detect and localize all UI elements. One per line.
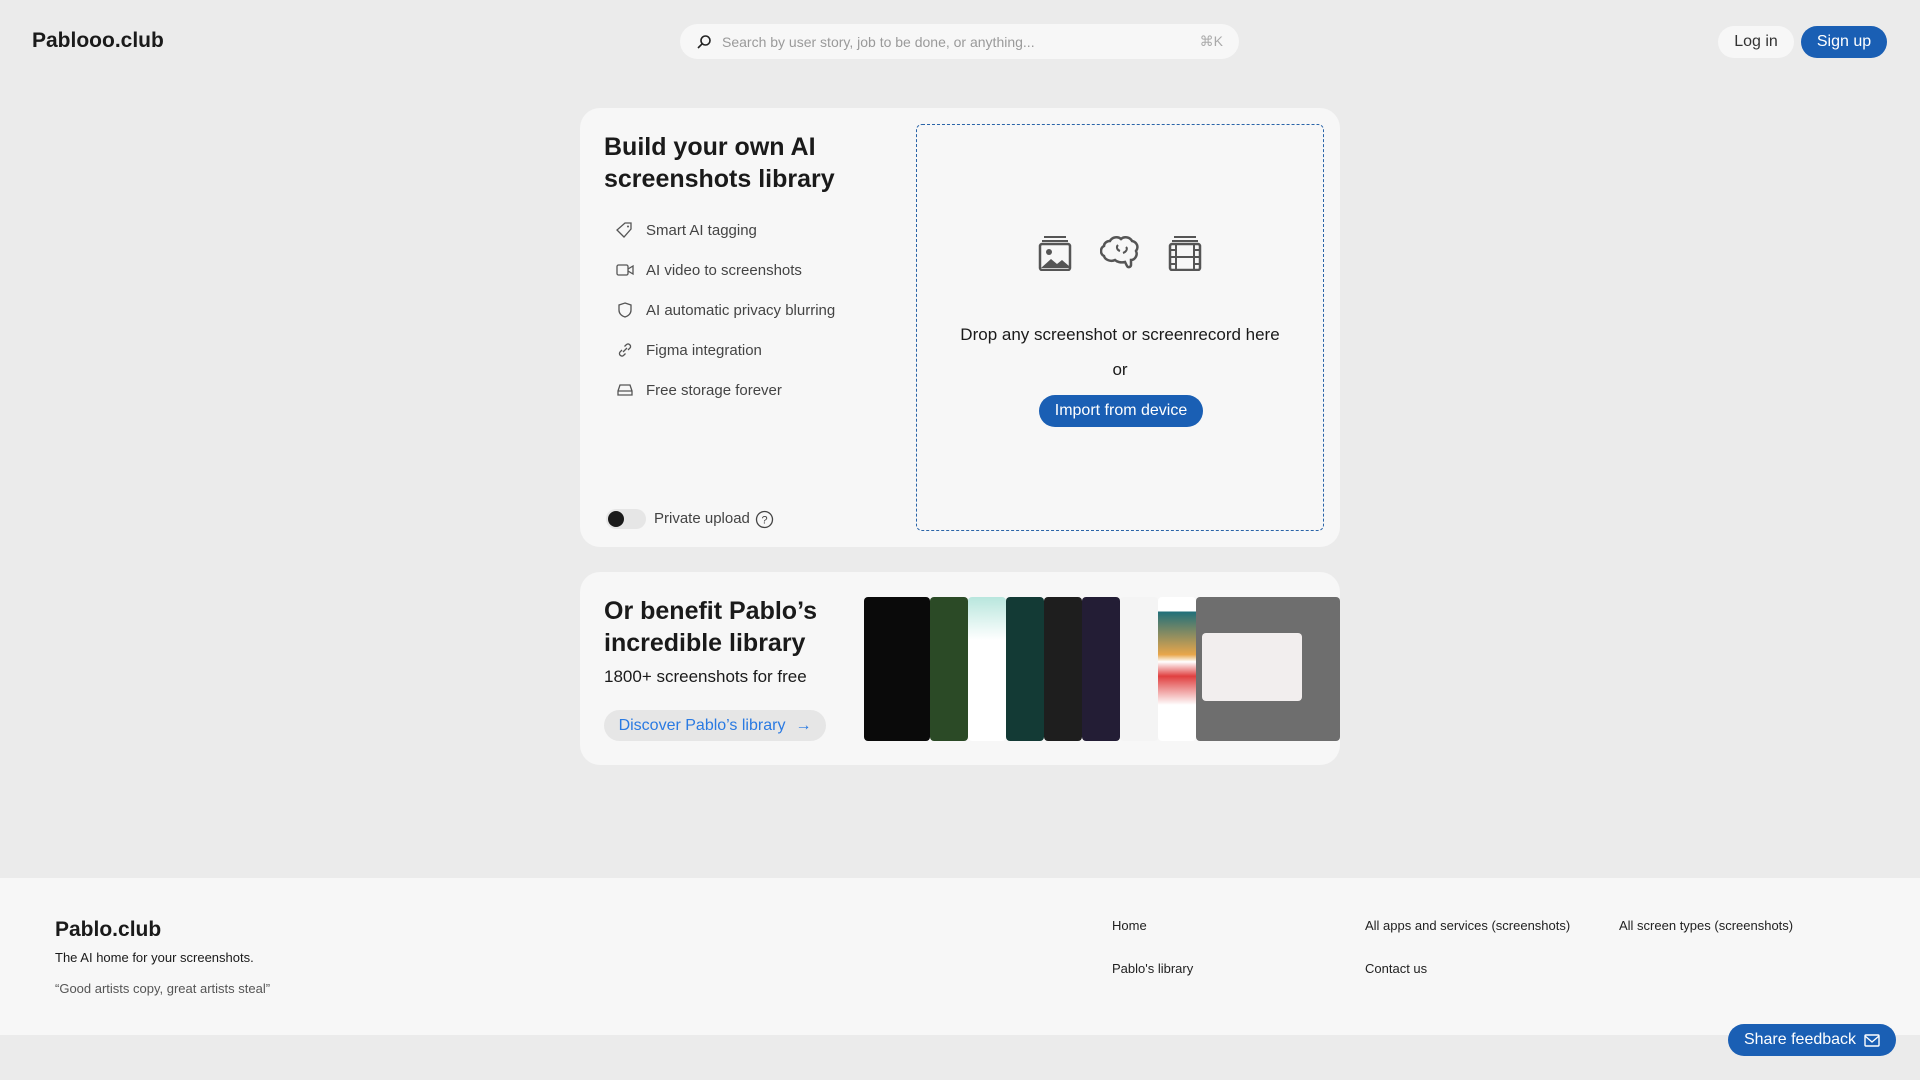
dropzone[interactable]: Drop any screenshot or screenrecord here… [916,124,1324,531]
signup-button[interactable]: Sign up [1801,26,1887,58]
library-subtitle: 1800+ screenshots for free [604,667,807,686]
footer: Pablo.club The AI home for your screensh… [0,878,1920,1035]
arrow-right-icon: → [795,716,812,734]
build-title: Build your own AI screenshots library [604,133,835,193]
video-icon [616,264,634,276]
library-card: Or benefit Pablo’s incredible library 180… [580,572,1340,765]
discover-library-button[interactable]: Discover Pablo’s library → [604,710,826,741]
search-input[interactable] [722,33,1200,50]
build-library-card: Build your own AI screenshots library Sma… [580,108,1340,547]
search-icon [697,34,711,49]
feature-item: Figma integration [616,341,762,359]
film-icon [1168,236,1202,271]
share-feedback-button[interactable]: Share feedback [1728,1024,1896,1056]
screenshot-thumb [930,597,968,741]
screenshot-thumb [864,597,930,741]
screenshot-preview-strip[interactable] [864,597,1340,741]
feature-item: Free storage forever [616,381,782,399]
or-separator: or [1112,360,1128,379]
image-stack-icon [1038,236,1072,271]
private-upload-label: Private upload [654,510,750,527]
screenshot-thumb [1158,597,1196,741]
brain-icon [1100,236,1139,269]
shield-icon [618,302,632,318]
footer-brand: Pablo.club [55,918,162,941]
svg-text:?: ? [761,515,767,527]
search-bar[interactable]: ⌘K [680,24,1239,59]
shortcut-hint: ⌘K [1199,33,1223,49]
screenshot-thumb [1044,597,1082,741]
private-upload-toggle[interactable] [606,509,646,529]
link-icon [618,343,632,357]
logo[interactable]: Pablooo.club [32,29,164,53]
screenshot-thumb [1196,597,1340,741]
screenshot-thumb [968,597,1006,741]
footer-quote: “Good artists copy, great artists steal” [55,981,271,996]
mail-icon [1864,1033,1880,1047]
drive-icon [617,384,633,396]
drop-instructions: Drop any screenshot or screenrecord here [960,325,1280,344]
footer-tagline: The AI home for your screenshots. [55,950,254,965]
feature-item: AI video to screenshots [616,261,802,279]
feature-item: AI automatic privacy blurring [616,301,835,319]
footer-link-library[interactable]: Pablo's library [1112,961,1193,976]
tag-icon [616,222,632,238]
login-button[interactable]: Log in [1718,26,1794,58]
footer-link-contact[interactable]: Contact us [1365,961,1427,976]
library-title: Or benefit Pablo’s incredible library [604,597,818,657]
screenshot-thumb [1120,597,1158,741]
footer-link-apps[interactable]: All apps and services (screenshots) [1365,918,1570,933]
screenshot-thumb [1082,597,1120,741]
footer-link-home[interactable]: Home [1112,918,1147,933]
screenshot-thumb [1006,597,1044,741]
import-from-device-button[interactable]: Import from device [1039,395,1203,427]
feature-item: Smart AI tagging [616,221,757,239]
help-icon[interactable]: ? [755,510,774,529]
footer-link-screen-types[interactable]: All screen types (screenshots) [1619,918,1793,933]
